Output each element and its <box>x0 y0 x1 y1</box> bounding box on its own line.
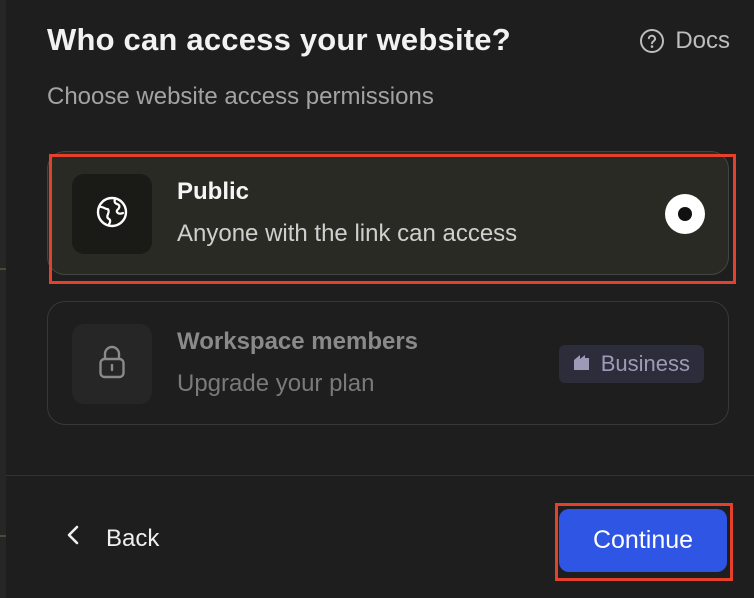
lock-icon <box>97 344 127 385</box>
option-public-icon-box <box>72 174 152 254</box>
radio-selected-dot <box>678 207 692 221</box>
option-public-radio[interactable] <box>665 194 705 234</box>
help-circle-icon <box>639 28 665 54</box>
back-button[interactable]: Back <box>66 524 159 553</box>
option-public-title: Public <box>177 178 250 205</box>
access-dialog: Who can access your website? Docs Choose… <box>6 0 754 598</box>
business-plan-badge: Business <box>558 345 704 383</box>
option-workspace-description: Upgrade your plan <box>177 370 375 397</box>
docs-link[interactable]: Docs <box>639 27 730 55</box>
chevron-left-icon <box>66 524 80 553</box>
badge-label: Business <box>600 351 690 376</box>
globe-icon <box>95 195 129 234</box>
option-workspace-members[interactable]: Workspace members Upgrade your plan Busi… <box>47 301 729 425</box>
docs-label: Docs <box>675 27 730 54</box>
dialog-subtitle: Choose website access permissions <box>47 83 434 110</box>
option-public-description: Anyone with the link can access <box>177 220 518 247</box>
option-workspace-title: Workspace members <box>177 328 419 355</box>
back-label: Back <box>106 524 160 552</box>
building-icon <box>573 351 591 377</box>
option-public[interactable]: Public Anyone with the link can access <box>47 151 729 275</box>
continue-button[interactable]: Continue <box>559 509 727 572</box>
footer-divider <box>6 475 754 476</box>
option-workspace-icon-box <box>72 324 152 404</box>
dialog-title: Who can access your website? <box>47 22 511 57</box>
